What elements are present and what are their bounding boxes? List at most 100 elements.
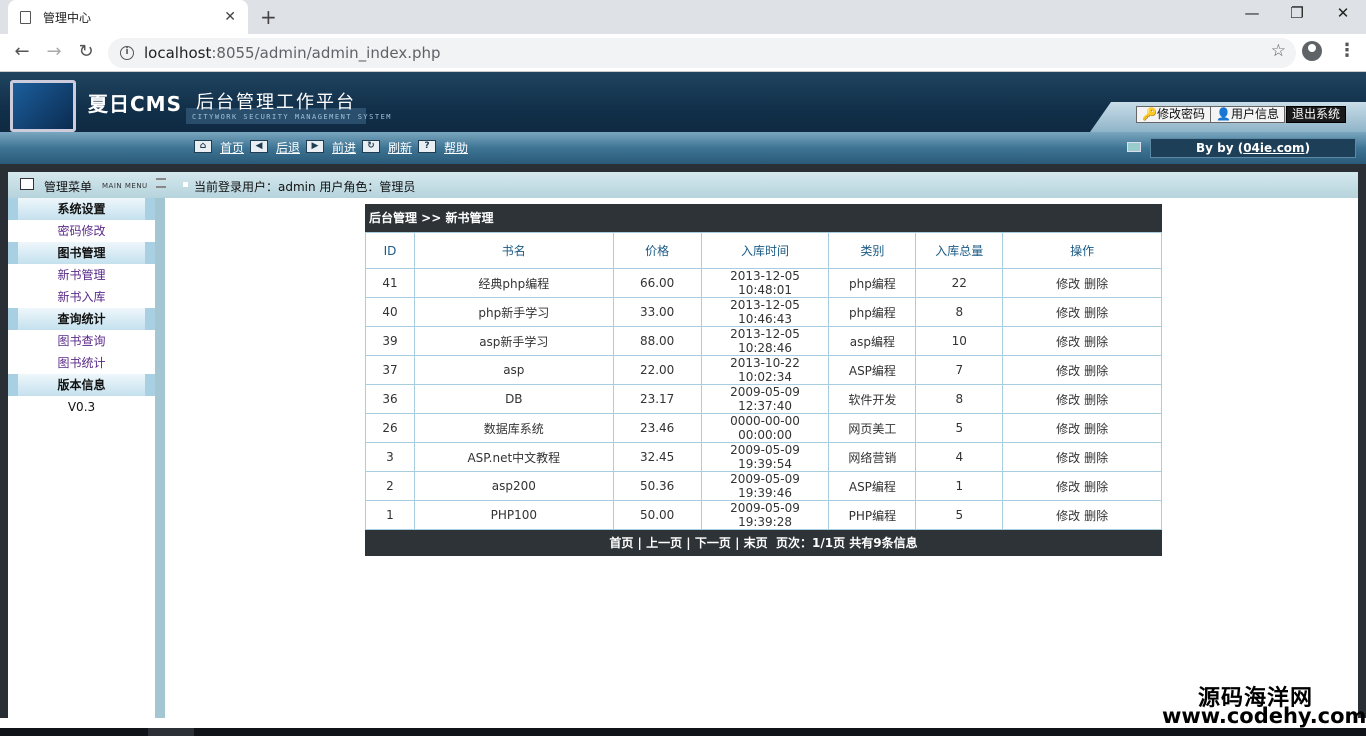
- new-tab-icon[interactable]: +: [260, 5, 277, 29]
- cell-category: ASP编程: [828, 471, 917, 501]
- user-info-button[interactable]: 👤用户信息: [1210, 106, 1285, 123]
- change-password-label: 修改密码: [1156, 107, 1205, 121]
- nav-refresh-link[interactable]: 刷新: [388, 139, 412, 156]
- pager-first[interactable]: 首页: [609, 536, 633, 550]
- cell-price: 66.00: [612, 268, 702, 298]
- home-icon[interactable]: ⌂: [194, 140, 212, 153]
- refresh-icon[interactable]: ↻: [362, 140, 380, 153]
- col-category: 类别: [828, 232, 917, 269]
- nav-home-link[interactable]: 首页: [220, 139, 244, 156]
- nav-back-link[interactable]: 后退: [276, 139, 300, 156]
- tab-close-icon[interactable]: ✕: [224, 9, 236, 25]
- byline: By by (04ie.com): [1150, 138, 1356, 158]
- cell-time: 0000-00-00 00:00:00: [700, 413, 830, 443]
- sidebar-item-book-stats[interactable]: 图书统计: [8, 352, 155, 374]
- col-name: 书名: [413, 232, 614, 269]
- menu-title-en: MAIN MENU: [102, 182, 148, 190]
- table-row: 2 asp200 50.36 2009-05-09 19:39:46 ASP编程 1 修改删…: [365, 471, 1162, 501]
- delete-link[interactable]: 删除: [1084, 364, 1108, 378]
- taskbar: [0, 728, 1366, 736]
- table-header-row: ID 书名 价格 入库时间 类别 入库总量 操作: [365, 232, 1162, 269]
- restore-icon[interactable]: ❐: [1274, 4, 1320, 22]
- table-row: 39 asp新手学习 88.00 2013-12-05 10:28:46 asp编程 10…: [365, 326, 1162, 356]
- cell-quantity: 8: [915, 297, 1004, 327]
- sidebar-item-book-manage[interactable]: 新书管理: [8, 264, 155, 286]
- edit-link[interactable]: 修改: [1056, 509, 1080, 523]
- reload-icon[interactable]: ↻: [74, 41, 98, 62]
- back-icon[interactable]: ←: [10, 41, 34, 62]
- edit-link[interactable]: 修改: [1056, 364, 1080, 378]
- byline-link[interactable]: 04ie.com: [1243, 141, 1304, 155]
- account-icon[interactable]: [1302, 41, 1322, 61]
- taskbar-item[interactable]: [148, 728, 194, 736]
- cell-id: 1: [365, 500, 415, 530]
- delete-link[interactable]: 删除: [1084, 393, 1108, 407]
- logout-button[interactable]: 退出系统: [1286, 106, 1347, 123]
- help-icon[interactable]: ?: [418, 140, 436, 153]
- sidebar-group-books[interactable]: 图书管理: [8, 242, 155, 264]
- delete-link[interactable]: 删除: [1084, 509, 1108, 523]
- nav-help-link[interactable]: 帮助: [444, 139, 468, 156]
- nav-forward-link[interactable]: 前进: [332, 139, 356, 156]
- col-id: ID: [365, 232, 415, 269]
- edit-link[interactable]: 修改: [1056, 480, 1080, 494]
- cms-logo: 夏日CMS: [88, 92, 182, 116]
- edit-link[interactable]: 修改: [1056, 422, 1080, 436]
- browser-tab-bar: 管理中心 ✕ + — ❐ ✕: [0, 0, 1366, 34]
- cell-category: 软件开发: [828, 384, 917, 414]
- browser-menu-icon[interactable]: ⋮: [1338, 40, 1356, 61]
- sidebar-item-change-password[interactable]: 密码修改: [8, 220, 155, 242]
- delete-link[interactable]: 删除: [1084, 480, 1108, 494]
- byline-suffix: ): [1304, 141, 1311, 155]
- change-password-button[interactable]: 🔑修改密码: [1136, 106, 1211, 123]
- table-row: 3 ASP.net中文教程 32.45 2009-05-09 19:39:54 网络营销…: [365, 442, 1162, 472]
- sidebar-group-query[interactable]: 查询统计: [8, 308, 155, 330]
- cell-category: php编程: [828, 268, 917, 298]
- cell-category: ASP编程: [828, 355, 917, 385]
- edit-link[interactable]: 修改: [1056, 393, 1080, 407]
- col-actions: 操作: [1002, 232, 1162, 269]
- sidebar-group-system[interactable]: 系统设置: [8, 198, 155, 220]
- delete-link[interactable]: 删除: [1084, 335, 1108, 349]
- cell-time: 2013-12-05 10:28:46: [700, 326, 830, 356]
- browser-tab[interactable]: 管理中心 ✕: [8, 0, 248, 34]
- edit-link[interactable]: 修改: [1056, 306, 1080, 320]
- delete-link[interactable]: 删除: [1084, 306, 1108, 320]
- forward-icon[interactable]: →: [42, 41, 66, 62]
- sidebar-item-book-add[interactable]: 新书入库: [8, 286, 155, 308]
- page-icon: [20, 10, 31, 24]
- window-close-icon[interactable]: ✕: [1320, 4, 1366, 22]
- sidebar-item-book-search[interactable]: 图书查询: [8, 330, 155, 352]
- delete-link[interactable]: 删除: [1084, 422, 1108, 436]
- cell-actions: 修改 删除: [1002, 413, 1162, 443]
- cell-category: 网络营销: [828, 442, 917, 472]
- bookmark-star-icon[interactable]: ☆: [1271, 41, 1286, 61]
- tab-title: 管理中心: [43, 10, 92, 25]
- cell-actions: 修改 删除: [1002, 297, 1162, 327]
- delete-link[interactable]: 删除: [1084, 277, 1108, 291]
- pager-next[interactable]: 下一页: [695, 536, 731, 550]
- cell-id: 26: [365, 413, 415, 443]
- url-path: :8055/admin/admin_index.php: [211, 44, 441, 62]
- menu-toggle-icon[interactable]: [156, 178, 166, 188]
- cell-name: ASP.net中文教程: [413, 442, 614, 472]
- back-arrow-icon[interactable]: ◀: [250, 140, 268, 153]
- edit-link[interactable]: 修改: [1056, 335, 1080, 349]
- cell-id: 41: [365, 268, 415, 298]
- delete-link[interactable]: 删除: [1084, 451, 1108, 465]
- sidebar-splitter[interactable]: [155, 198, 165, 718]
- edit-link[interactable]: 修改: [1056, 277, 1080, 291]
- pager-last[interactable]: 末页: [744, 536, 768, 550]
- pager-prev[interactable]: 上一页: [646, 536, 682, 550]
- edit-link[interactable]: 修改: [1056, 451, 1080, 465]
- info-icon[interactable]: i: [120, 46, 134, 60]
- minimize-icon[interactable]: —: [1229, 4, 1275, 22]
- cell-time: 2013-12-05 10:46:43: [700, 297, 830, 327]
- table-row: 36 DB 23.17 2009-05-09 12:37:40 软件开发 8 修改 删除: [365, 384, 1162, 414]
- cell-price: 23.46: [612, 413, 702, 443]
- col-quantity: 入库总量: [915, 232, 1004, 269]
- cms-tagline: CITYWORK SECURITY MANAGEMENT SYSTEM: [192, 113, 393, 121]
- forward-arrow-icon[interactable]: ▶: [306, 140, 324, 153]
- sidebar-group-version[interactable]: 版本信息: [8, 374, 155, 396]
- url-input[interactable]: i localhost :8055/admin/admin_index.php …: [108, 38, 1296, 68]
